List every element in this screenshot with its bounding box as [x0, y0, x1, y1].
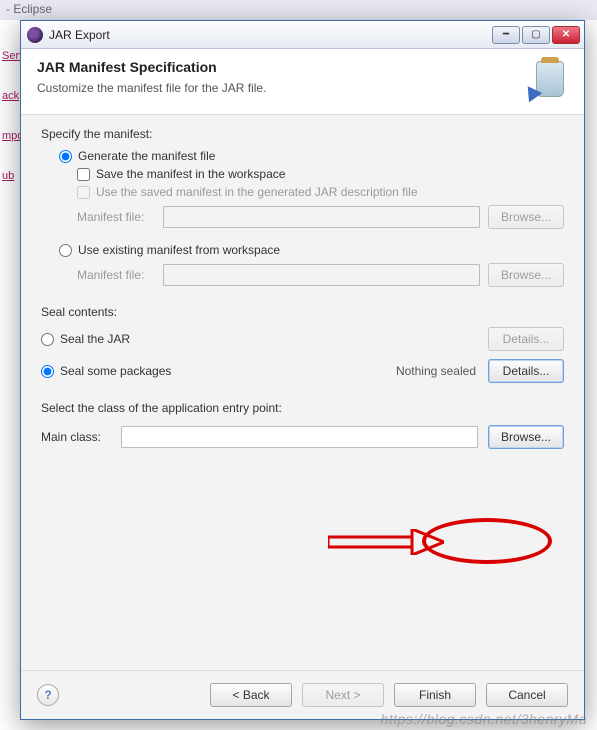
seal-status: Nothing sealed — [396, 364, 476, 378]
dialog-content: Specify the manifest: Generate the manif… — [21, 115, 584, 670]
finish-button[interactable]: Finish — [394, 683, 476, 707]
eclipse-icon — [27, 27, 43, 43]
dialog-titlebar[interactable]: JAR Export ━ ▢ ✕ — [21, 21, 584, 49]
main-class-browse-button[interactable]: Browse... — [488, 425, 564, 449]
manifest-file-label-1: Manifest file: — [77, 210, 155, 224]
save-manifest-row: Save the manifest in the workspace — [77, 167, 564, 181]
generate-manifest-radio[interactable] — [59, 150, 72, 163]
manifest-section: Specify the manifest: Generate the manif… — [41, 127, 564, 287]
maximize-button[interactable]: ▢ — [522, 26, 550, 44]
eclipse-titlebar: - Eclipse — [0, 0, 597, 20]
seal-section: Seal contents: Seal the JAR Details... S… — [41, 305, 564, 383]
manifest-file-label-2: Manifest file: — [77, 268, 155, 282]
sidebar-item[interactable]: mpo — [2, 130, 21, 142]
next-button: Next > — [302, 683, 384, 707]
dialog-title: JAR Export — [49, 28, 492, 42]
watermark: https://blog.csdn.net/3henryMa — [381, 711, 587, 727]
seal-packages-label: Seal some packages — [60, 364, 171, 378]
sidebar-item[interactable]: ub — [2, 170, 21, 182]
seal-packages-radio[interactable] — [41, 365, 54, 378]
main-class-row: Main class: Browse... — [41, 425, 564, 449]
eclipse-title-text: - Eclipse — [6, 2, 52, 16]
cancel-button[interactable]: Cancel — [486, 683, 568, 707]
seal-packages-row: Seal some packages Nothing sealed Detail… — [41, 359, 564, 383]
header-description: Customize the manifest file for the JAR … — [37, 81, 568, 95]
seal-jar-details-button: Details... — [488, 327, 564, 351]
back-button[interactable]: < Back — [210, 683, 292, 707]
entry-section-label: Select the class of the application entr… — [41, 401, 564, 415]
seal-jar-label: Seal the JAR — [60, 332, 130, 346]
close-button[interactable]: ✕ — [552, 26, 580, 44]
use-saved-manifest-row: Use the saved manifest in the generated … — [77, 185, 564, 199]
manifest-browse-button-2: Browse... — [488, 263, 564, 287]
entry-point-section: Select the class of the application entr… — [41, 401, 564, 449]
seal-packages-details-button[interactable]: Details... — [488, 359, 564, 383]
use-saved-manifest-checkbox — [77, 186, 90, 199]
sidebar-item[interactable]: ack — [2, 90, 21, 102]
manifest-file-input-1 — [163, 206, 480, 228]
minimize-button[interactable]: ━ — [492, 26, 520, 44]
sidebar-item[interactable]: Serv — [2, 50, 21, 62]
use-saved-manifest-label: Use the saved manifest in the generated … — [96, 185, 418, 199]
save-manifest-checkbox[interactable] — [77, 168, 90, 181]
seal-jar-row: Seal the JAR Details... — [41, 327, 564, 351]
existing-manifest-label: Use existing manifest from workspace — [78, 243, 280, 257]
manifest-file-input-2 — [163, 264, 480, 286]
main-class-label: Main class: — [41, 430, 111, 444]
save-manifest-label: Save the manifest in the workspace — [96, 167, 285, 181]
manifest-browse-button-1: Browse... — [488, 205, 564, 229]
manifest-section-label: Specify the manifest: — [41, 127, 564, 141]
jar-export-dialog: JAR Export ━ ▢ ✕ JAR Manifest Specificat… — [20, 20, 585, 720]
help-button[interactable]: ? — [37, 684, 59, 706]
generate-manifest-row: Generate the manifest file — [59, 149, 564, 163]
header-title: JAR Manifest Specification — [37, 59, 568, 75]
dialog-header: JAR Manifest Specification Customize the… — [21, 49, 584, 115]
existing-manifest-radio[interactable] — [59, 244, 72, 257]
generate-manifest-label: Generate the manifest file — [78, 149, 215, 163]
manifest-file-row-1: Manifest file: Browse... — [77, 205, 564, 229]
seal-jar-radio[interactable] — [41, 333, 54, 346]
jar-icon — [526, 59, 568, 101]
seal-section-label: Seal contents: — [41, 305, 564, 319]
eclipse-sidebar: Serv ack mpo ub — [0, 40, 22, 520]
manifest-file-row-2: Manifest file: Browse... — [77, 263, 564, 287]
main-class-input[interactable] — [121, 426, 478, 448]
existing-manifest-row: Use existing manifest from workspace — [59, 243, 564, 257]
